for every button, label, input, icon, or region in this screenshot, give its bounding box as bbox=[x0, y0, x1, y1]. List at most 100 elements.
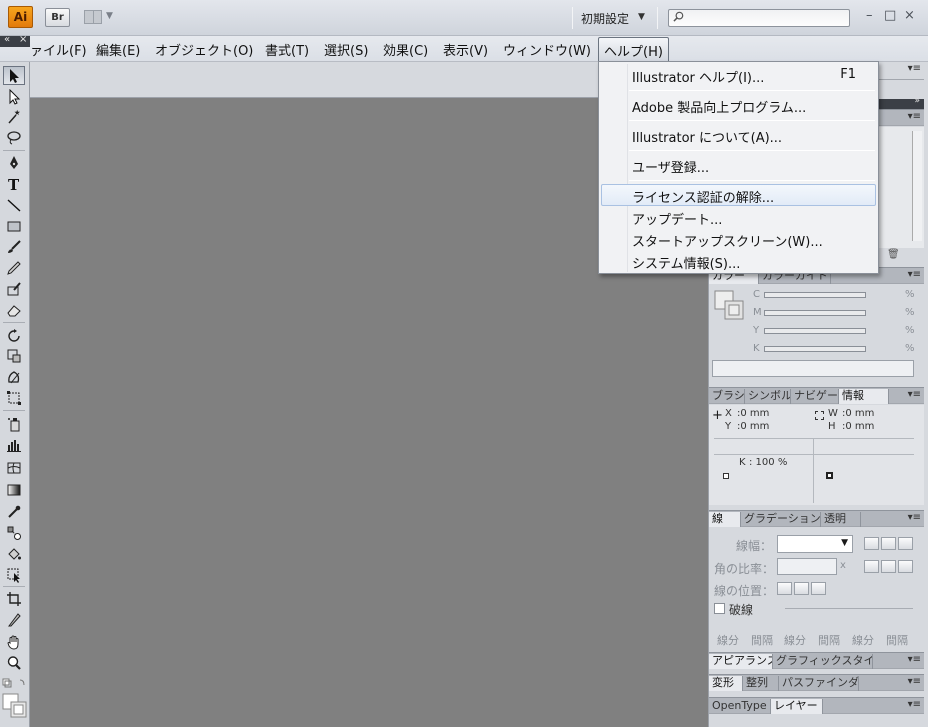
collapse-icon[interactable]: » bbox=[914, 96, 920, 106]
lasso-tool[interactable] bbox=[3, 128, 25, 147]
pencil-tool[interactable] bbox=[3, 258, 25, 277]
panel-menu-icon[interactable]: ▾≡ bbox=[908, 699, 921, 710]
tab-navigator[interactable]: ナビゲータ bbox=[791, 389, 839, 404]
channel-k-slider[interactable] bbox=[764, 346, 866, 352]
tab-pathfinder[interactable]: パスファインダ bbox=[779, 676, 859, 691]
workspace-switcher[interactable]: 初期設定 bbox=[581, 10, 629, 27]
chevron-down-icon[interactable]: ▼ bbox=[638, 12, 645, 22]
warp-tool[interactable] bbox=[3, 367, 25, 386]
channel-m-slider[interactable] bbox=[764, 310, 866, 316]
free-transform-tool[interactable] bbox=[3, 388, 25, 407]
line-segment-tool[interactable] bbox=[3, 195, 25, 214]
scale-tool[interactable] bbox=[3, 346, 25, 365]
menu-object[interactable]: オブジェクト(O) bbox=[155, 40, 253, 59]
menu-edit[interactable]: 編集(E) bbox=[96, 40, 140, 59]
close-icon[interactable]: × bbox=[19, 34, 27, 45]
tab-gradient[interactable]: グラデーション bbox=[741, 512, 821, 527]
menu-help[interactable]: ヘルプ(H) bbox=[598, 37, 669, 64]
eyedropper-tool[interactable] bbox=[3, 502, 25, 521]
type-tool[interactable]: T bbox=[3, 174, 25, 193]
slice-tool[interactable] bbox=[3, 610, 25, 629]
fill-stroke-swatches[interactable] bbox=[2, 693, 28, 721]
menu-effect[interactable]: 効果(C) bbox=[383, 40, 428, 59]
panel-menu-icon[interactable]: ▾≡ bbox=[908, 269, 921, 280]
miter-input[interactable] bbox=[777, 558, 837, 575]
collapse-icon[interactable]: « bbox=[4, 34, 10, 45]
cap-butt-button[interactable] bbox=[864, 537, 879, 550]
live-paint-bucket-tool[interactable] bbox=[3, 544, 25, 563]
app-logo[interactable]: Ai bbox=[8, 6, 33, 28]
menu-type[interactable]: 書式(T) bbox=[265, 40, 309, 59]
cap-round-button[interactable] bbox=[881, 537, 896, 550]
column-graph-tool[interactable] bbox=[3, 435, 25, 454]
selection-tool[interactable] bbox=[3, 66, 25, 85]
join-miter-button[interactable] bbox=[864, 560, 879, 573]
tab-brushes[interactable]: ブラシ bbox=[709, 389, 745, 404]
menu-item-illustrator-help[interactable]: Illustrator ヘルプ(I)... F1 bbox=[601, 64, 876, 86]
tab-symbols[interactable]: シンボル bbox=[745, 389, 791, 404]
panel-menu-icon[interactable]: ▾≡ bbox=[908, 63, 921, 74]
zoom-tool[interactable] bbox=[3, 653, 25, 672]
live-paint-selection-tool[interactable] bbox=[3, 565, 25, 584]
pen-tool[interactable] bbox=[3, 153, 25, 172]
tab-stroke[interactable]: 線 bbox=[709, 512, 741, 527]
panel-menu-icon[interactable]: ▾≡ bbox=[908, 111, 921, 122]
direct-selection-tool[interactable] bbox=[3, 87, 25, 106]
align-center-button[interactable] bbox=[777, 582, 792, 595]
trash-icon[interactable]: 🗑 bbox=[887, 249, 900, 260]
default-colors-icon[interactable] bbox=[2, 677, 28, 692]
tab-layers[interactable]: レイヤー bbox=[771, 699, 823, 714]
chevron-down-icon[interactable]: ▼ bbox=[841, 538, 848, 548]
panel-menu-icon[interactable]: ▾≡ bbox=[908, 389, 921, 400]
blend-tool[interactable] bbox=[3, 523, 25, 542]
channel-c-slider[interactable] bbox=[764, 292, 866, 298]
tab-align[interactable]: 整列 bbox=[743, 676, 779, 691]
hand-tool[interactable] bbox=[3, 632, 25, 651]
color-spectrum-bar[interactable] bbox=[712, 360, 914, 377]
toolbar-header[interactable]: « × bbox=[0, 34, 30, 47]
minimize-button[interactable]: – bbox=[866, 8, 873, 23]
arrange-documents-button[interactable] bbox=[84, 10, 102, 24]
join-bevel-button[interactable] bbox=[898, 560, 913, 573]
cap-square-button[interactable] bbox=[898, 537, 913, 550]
menu-window[interactable]: ウィンドウ(W) bbox=[503, 40, 591, 59]
weight-input[interactable]: ▼ bbox=[777, 535, 853, 553]
menu-view[interactable]: 表示(V) bbox=[443, 40, 488, 59]
restore-button[interactable]: □ bbox=[884, 8, 896, 23]
search-input[interactable] bbox=[668, 9, 850, 27]
tab-transform[interactable]: 変形 bbox=[709, 676, 743, 691]
bridge-button[interactable]: Br bbox=[45, 8, 70, 27]
menu-item-registration[interactable]: ユーザ登録... bbox=[601, 154, 876, 176]
menu-item-about[interactable]: Illustrator について(A)... bbox=[601, 124, 876, 146]
align-outside-button[interactable] bbox=[811, 582, 826, 595]
scrollbar[interactable] bbox=[912, 131, 922, 241]
blob-brush-tool[interactable] bbox=[3, 279, 25, 298]
align-inside-button[interactable] bbox=[794, 582, 809, 595]
magic-wand-tool[interactable] bbox=[3, 107, 25, 126]
fill-stroke-swatch-icon[interactable] bbox=[714, 290, 744, 320]
menu-item-system-info[interactable]: システム情報(S)... bbox=[601, 250, 876, 272]
chevron-down-icon[interactable]: ▼ bbox=[106, 11, 113, 21]
gradient-tool[interactable] bbox=[3, 480, 25, 499]
join-round-button[interactable] bbox=[881, 560, 896, 573]
tab-appearance[interactable]: アピアランス bbox=[709, 654, 773, 669]
eraser-tool[interactable] bbox=[3, 300, 25, 319]
rotate-tool[interactable] bbox=[3, 326, 25, 345]
panel-menu-icon[interactable]: ▾≡ bbox=[908, 512, 921, 523]
close-button[interactable]: × bbox=[904, 8, 915, 23]
dashed-checkbox[interactable] bbox=[714, 603, 725, 614]
tab-opentype[interactable]: OpenType bbox=[709, 699, 771, 714]
crop-area-tool[interactable] bbox=[3, 589, 25, 608]
menu-item-startup-screen[interactable]: スタートアップスクリーン(W)... bbox=[601, 228, 876, 250]
symbol-sprayer-tool[interactable] bbox=[3, 414, 25, 433]
panel-menu-icon[interactable]: ▾≡ bbox=[908, 654, 921, 665]
paintbrush-tool[interactable] bbox=[3, 237, 25, 256]
menu-file[interactable]: ァイル(F) bbox=[30, 40, 87, 59]
rectangle-tool[interactable] bbox=[3, 216, 25, 235]
menu-item-deactivate[interactable]: ライセンス認証の解除... bbox=[601, 184, 876, 206]
tab-info[interactable]: 情報 bbox=[839, 389, 889, 404]
menu-select[interactable]: 選択(S) bbox=[324, 40, 368, 59]
menu-item-updates[interactable]: アップデート... bbox=[601, 206, 876, 228]
channel-y-slider[interactable] bbox=[764, 328, 866, 334]
tab-graphic-styles[interactable]: グラフィックスタイル bbox=[773, 654, 873, 669]
